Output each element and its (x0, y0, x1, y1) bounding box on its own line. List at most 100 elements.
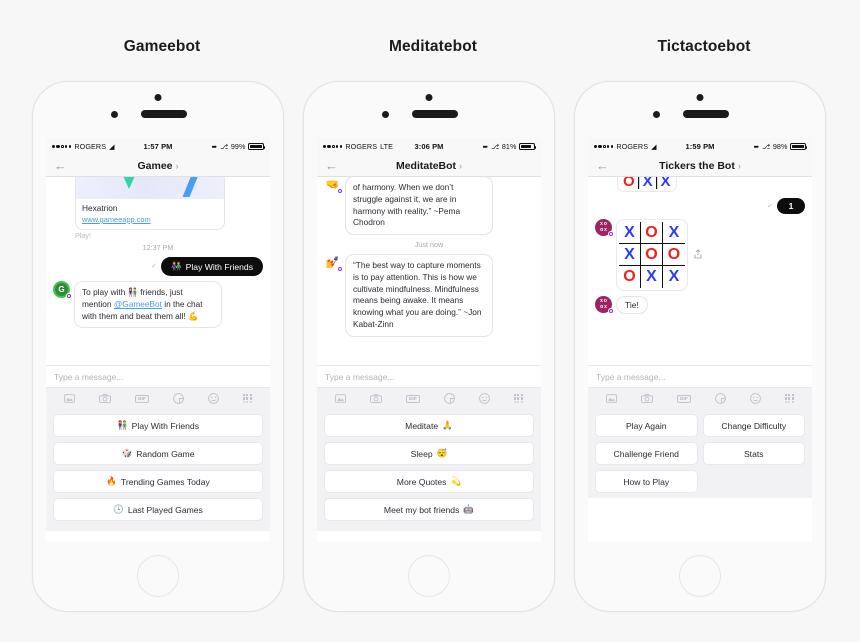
quick-reply-button[interactable]: 🎲 Random Game (53, 442, 263, 465)
quick-reply-button[interactable]: More Quotes 💫 (324, 470, 534, 493)
quick-reply-label: Stats (743, 448, 764, 459)
quick-reply-button[interactable]: 🕓 Last Played Games (53, 498, 263, 521)
bluetooth-icon: ⎇ (491, 143, 500, 151)
game-card-url[interactable]: www.gameeapp.com (82, 215, 218, 224)
front-camera-icon (154, 94, 162, 101)
incoming-message-row: G To play with 👫 friends, just mention @… (53, 281, 263, 329)
attachment-toolbar: GIF (317, 387, 541, 409)
nav-title[interactable]: Gamee › (46, 160, 270, 172)
emoji-icon[interactable] (207, 393, 219, 404)
quick-reply-button[interactable]: How to Play (595, 470, 698, 493)
apps-grid-icon[interactable] (784, 393, 795, 404)
chat-thread-gameebot[interactable]: Hexatrion www.gameeapp.com Play! 12:37 P… (46, 177, 270, 365)
board-cell[interactable]: X (641, 266, 663, 288)
game-card[interactable]: Hexatrion www.gameeapp.com (75, 177, 225, 230)
tictactoe-logo-icon: x oo x (600, 221, 607, 233)
tictactoe-bot-avatar: x oo x (595, 296, 614, 314)
quick-reply-button[interactable]: Challenge Friend (595, 442, 698, 465)
phone-top-bezel (304, 82, 554, 138)
back-arrow-icon[interactable]: ← (325, 159, 338, 172)
fire-emoji-icon: 🔥 (106, 476, 117, 486)
quick-reply-button[interactable]: Change Difficulty (702, 414, 805, 437)
nav-title[interactable]: Tickers the Bot › (588, 160, 812, 172)
people-emoji-icon: 👫 (127, 287, 138, 297)
clock-emoji-icon: 🕓 (113, 504, 124, 514)
board-cell[interactable]: X (619, 222, 641, 244)
board-cell[interactable]: X (663, 266, 685, 288)
photo-icon[interactable] (334, 394, 346, 403)
gif-icon[interactable]: GIF (676, 394, 691, 403)
emoji-icon[interactable] (478, 393, 490, 404)
board-cell[interactable]: O (641, 244, 663, 266)
move-badge[interactable]: 1 (777, 198, 805, 214)
home-button[interactable] (679, 555, 721, 597)
board-cell[interactable]: O (619, 266, 641, 288)
back-arrow-icon[interactable]: ← (54, 159, 67, 172)
battery-icon (519, 142, 537, 151)
message-input-placeholder[interactable]: Type a message... (325, 372, 394, 382)
attachment-toolbar: GIF (588, 387, 812, 409)
camera-icon[interactable] (369, 394, 382, 403)
quick-reply-button[interactable]: Stats (702, 442, 805, 465)
chevron-right-icon: › (459, 160, 463, 171)
tictactoe-bot-avatar: x oo x (595, 219, 614, 237)
quick-reply-button[interactable]: Play Again (595, 414, 698, 437)
message-composer[interactable]: Type a message... (46, 365, 270, 387)
apps-grid-icon[interactable] (513, 393, 524, 404)
dice-emoji-icon: 🎲 (121, 448, 133, 458)
location-arrow-icon: ➨ (211, 143, 218, 151)
outgoing-bubble[interactable]: 👫 Play With Friends (160, 257, 263, 276)
message-composer[interactable]: Type a message... (588, 365, 812, 387)
emoji-icon[interactable] (749, 393, 761, 404)
apps-grid-icon[interactable] (242, 393, 253, 404)
photo-icon[interactable] (605, 394, 617, 403)
board-mark: O (623, 177, 635, 190)
front-camera-icon (425, 94, 433, 101)
quick-reply-button[interactable]: 🔥 Trending Games Today (53, 470, 263, 493)
nav-title[interactable]: MeditateBot › (317, 160, 541, 172)
quote-bubble: “The best way to capture moments is to p… (345, 254, 493, 337)
share-icon[interactable] (694, 249, 702, 261)
home-button[interactable] (408, 555, 450, 597)
board-cell[interactable]: X (663, 222, 685, 244)
bot-badge-icon (607, 230, 614, 237)
quick-reply-button[interactable]: 👫 Play With Friends (53, 414, 263, 437)
sticker-icon[interactable] (443, 393, 455, 404)
quick-reply-menu-tictactoebot: Play Again Change Difficulty Challenge F… (588, 409, 812, 498)
gif-icon[interactable]: GIF (405, 394, 420, 403)
chat-thread-tictactoebot[interactable]: O | X | X ✓ 1 x oo x X O X X O O O X X x… (588, 177, 812, 365)
gif-icon[interactable]: GIF (134, 394, 149, 403)
camera-icon[interactable] (640, 394, 653, 403)
bot-mention-link[interactable]: @GameeBot (114, 299, 162, 309)
delivered-check-icon: ✓ (151, 263, 157, 270)
nav-title-label: Gamee (137, 159, 173, 172)
board-cell[interactable]: O (641, 222, 663, 244)
front-camera-icon (696, 94, 704, 101)
battery-percent: 99% (230, 142, 246, 151)
bot-badge-icon (336, 187, 343, 194)
status-bar: ROGERS ◢ 1:59 PM ➨ ⎇ 98% (588, 138, 812, 155)
outgoing-move-row: ✓ 1 (595, 198, 805, 214)
photo-icon[interactable] (63, 394, 75, 403)
quick-reply-button[interactable]: Meet my bot friends 🤖 (324, 498, 534, 521)
board-cell[interactable]: O (663, 244, 685, 266)
quick-reply-button[interactable]: Sleep 😴 (324, 442, 534, 465)
board-cell[interactable]: X (619, 244, 641, 266)
message-input-placeholder[interactable]: Type a message... (596, 372, 665, 382)
home-button[interactable] (137, 555, 179, 597)
message-composer[interactable]: Type a message... (317, 365, 541, 387)
message-input-placeholder[interactable]: Type a message... (54, 372, 123, 382)
sticker-icon[interactable] (172, 393, 184, 404)
bluetooth-icon: ⎇ (220, 143, 229, 151)
camera-icon[interactable] (98, 394, 111, 403)
chat-thread-meditatebot[interactable]: 🤜 of harmony. When we don’t struggle aga… (317, 177, 541, 365)
phone-screen-tictactoebot: ROGERS ◢ 1:59 PM ➨ ⎇ 98% ← Tickers the B… (588, 138, 812, 542)
quick-reply-label: Change Difficulty (721, 420, 787, 431)
sticker-icon[interactable] (714, 393, 726, 404)
quick-reply-button[interactable]: Meditate 🙏 (324, 414, 534, 437)
quick-reply-label: Last Played Games (127, 504, 203, 515)
chevron-right-icon: › (175, 160, 179, 171)
quick-reply-menu-meditatebot: Meditate 🙏 Sleep 😴 More Quotes 💫 Meet my… (317, 409, 541, 531)
back-arrow-icon[interactable]: ← (596, 159, 609, 172)
tictactoe-board[interactable]: X O X X O O O X X (616, 219, 688, 291)
